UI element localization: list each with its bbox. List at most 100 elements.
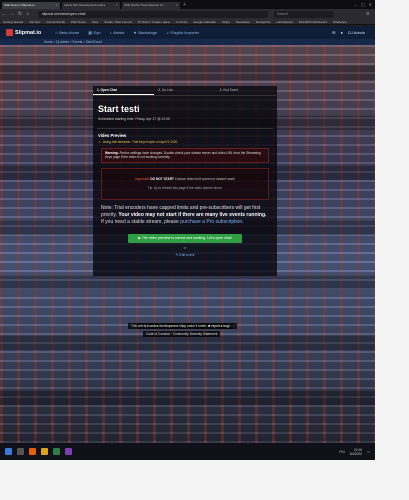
bookmark-item[interactable]: Studio / Web Launch: [104, 19, 132, 24]
clock[interactable]: 21:06 3/4/2020: [350, 448, 362, 456]
search-icon[interactable]: [17, 448, 24, 455]
screen: Start Event | Slipmat.io ✕ Latest Slio De…: [0, 0, 375, 460]
scheduled-time: Scheduled starting time: Friday, Apr 17 …: [98, 117, 170, 121]
reload-icon[interactable]: ↻: [16, 11, 24, 17]
user-menu[interactable]: ✉ ● DJ Admin: [332, 30, 365, 35]
warning-icon: ⚠: [98, 139, 101, 144]
edit-event-link[interactable]: ✎ Edit event: [93, 253, 277, 257]
tab-label: [Pi4] Firefox Trial streamer in t: [124, 3, 165, 7]
video-tip: Tip: try to refresh this page if the vid…: [147, 185, 223, 190]
bookmark-item[interactable]: YouTube: [176, 19, 188, 24]
dev-notice: This site is in active development. Help…: [131, 324, 208, 328]
home-icon: ⌂: [55, 30, 58, 35]
backstage-icon: ★: [133, 30, 137, 35]
messages-icon[interactable]: ✉: [332, 30, 335, 35]
tab-label: Start Event | Slipmat.io: [4, 3, 35, 7]
report-bug-link[interactable]: report a bug!: [211, 324, 229, 328]
back-icon[interactable]: ←: [0, 11, 8, 17]
avatar: ●: [340, 30, 343, 35]
warning-label: Warning:: [105, 150, 119, 155]
firefox-warning-box: Warning: Firefox settings have changed. …: [101, 147, 269, 163]
calendar-icon: ▦: [88, 30, 92, 35]
bookmark-item[interactable]: Stripe: [222, 19, 230, 24]
maximize-icon[interactable]: ▢: [361, 0, 365, 9]
bookmark-item[interactable]: Getting Started: [3, 19, 23, 24]
bookmark-item[interactable]: PHP Notes: [71, 19, 86, 24]
menu-icon[interactable]: ≡: [364, 11, 372, 17]
new-tab-icon[interactable]: +: [183, 2, 186, 9]
close-tab-icon[interactable]: ✕: [55, 2, 58, 9]
step-go-live[interactable]: 2. Go Live: [154, 86, 215, 95]
search-field[interactable]: Search: [274, 10, 334, 18]
forward-icon[interactable]: →: [8, 11, 16, 17]
bookmark-item[interactable]: Files: [92, 19, 98, 24]
note-end: .: [242, 218, 244, 225]
browser-tab-firefox-trial[interactable]: [Pi4] Firefox Trial streamer in t ✕: [122, 2, 180, 9]
divider: [97, 128, 273, 129]
note-bold: Your video may not start if there are ma…: [118, 211, 267, 218]
important-label: Important!: [135, 176, 150, 181]
bookmark-item[interactable]: Newsletter: [236, 19, 250, 24]
artists-icon: ♪: [109, 30, 112, 35]
app-icon[interactable]: [65, 448, 72, 455]
warning-text: Firefox settings have changed. Double-ch…: [105, 150, 261, 160]
nav-label: Eqn: [93, 30, 101, 35]
nav-beta-home[interactable]: ⌂ Beta Home: [55, 30, 79, 35]
bookmark-item[interactable]: Slio Dev: [29, 19, 40, 24]
site-logo[interactable]: Slipmat.io: [6, 29, 41, 36]
taskbar: FIN 21:06 3/4/2020 ▭: [0, 443, 375, 460]
rack-strip: [0, 335, 375, 350]
url-field[interactable]: slipmat.io/events/open-chat/: [38, 10, 268, 18]
bookmark-item[interactable]: WhatsApp: [333, 19, 347, 24]
tab-label: Latest Slio Development topics: [64, 3, 106, 7]
video-preview-heading: Video Preview: [98, 132, 127, 138]
main-nav: ⌂ Beta Home ▦ Eqn ♪ Artists ★ Backstage ♫ Pla…: [55, 30, 199, 35]
bookmark-item[interactable]: LabsSpecial: [276, 19, 292, 24]
browser-tab-dev-topics[interactable]: Latest Slio Development topics ✕: [62, 2, 120, 9]
nav-label: Artists: [113, 30, 125, 35]
bookmark-item[interactable]: Gemini/Kindle: [46, 19, 65, 24]
open-chat-button[interactable]: ▶ The video preview is correct and worki…: [128, 233, 242, 243]
browser-tab-start-event[interactable]: Start Event | Slipmat.io ✕: [2, 2, 60, 9]
nav-label: Backstage: [138, 30, 158, 35]
close-tab-icon[interactable]: ✕: [115, 2, 118, 9]
start-icon[interactable]: [5, 448, 12, 455]
bookmark-item[interactable]: Web2000 Dashboard: [299, 19, 327, 24]
bookmark-item[interactable]: Dr Dionz / Kopla s dava: [138, 19, 170, 24]
language-indicator[interactable]: FIN: [339, 450, 344, 454]
nav-label: Playlist Importer: [170, 30, 200, 35]
bookmark-item[interactable]: Recaptcha: [256, 19, 270, 24]
nav-artists[interactable]: ♪ Artists: [110, 30, 125, 35]
notifications-icon[interactable]: ▭: [367, 450, 370, 454]
app-icon[interactable]: [53, 448, 60, 455]
window-controls: – ▢ ✕: [355, 0, 375, 9]
firefox-icon[interactable]: [29, 448, 36, 455]
step-end-event[interactable]: 3. End Event: [216, 86, 277, 95]
minimize-icon[interactable]: –: [355, 0, 357, 9]
nav-eqn[interactable]: ▦ Eqn: [88, 30, 100, 35]
system-tray: FIN 21:06 3/4/2020 ▭: [339, 448, 370, 456]
rack-strip: [0, 65, 375, 80]
site-header: Slipmat.io ⌂ Beta Home ▦ Eqn ♪ Artists ★ Bac…: [0, 26, 375, 39]
home-icon[interactable]: ⌂: [24, 11, 32, 17]
folder-icon[interactable]: [41, 448, 48, 455]
step-tabs: 1. Open Chat 2. Go Live 3. End Event: [93, 86, 277, 96]
nav-label: Beta Home: [59, 30, 80, 35]
trial-warning-text: Using trial streamer. Trial keys expire …: [102, 139, 179, 144]
logo-text: Slipmat.io: [15, 29, 42, 36]
nav-playlist-importer[interactable]: ♫ Playlist Importer: [166, 30, 199, 35]
user-name: DJ Admin: [347, 30, 365, 35]
nav-backstage[interactable]: ★ Backstage: [133, 30, 157, 35]
open-chat-label: The video preview is correct and working…: [141, 235, 232, 240]
trial-note: Note: Trial encoders have capped limits …: [101, 205, 269, 226]
or-text: or: [183, 245, 187, 250]
close-tab-icon[interactable]: ✕: [175, 2, 178, 9]
step-open-chat[interactable]: 1. Open Chat: [93, 86, 155, 95]
note-text-2: If you need a stable stream, please: [101, 218, 179, 225]
video-warning-line: Important! DO NOT START if above video i…: [102, 169, 268, 181]
purchase-pro-link[interactable]: purchase a Pro subscription: [180, 219, 242, 225]
page-title: Start testi: [98, 104, 140, 114]
close-window-icon[interactable]: ✕: [369, 0, 372, 9]
bookmark-item[interactable]: Google Calendar: [193, 19, 216, 24]
footer-line-3[interactable]: Code of Conduct · Community Diversity St…: [143, 331, 221, 337]
